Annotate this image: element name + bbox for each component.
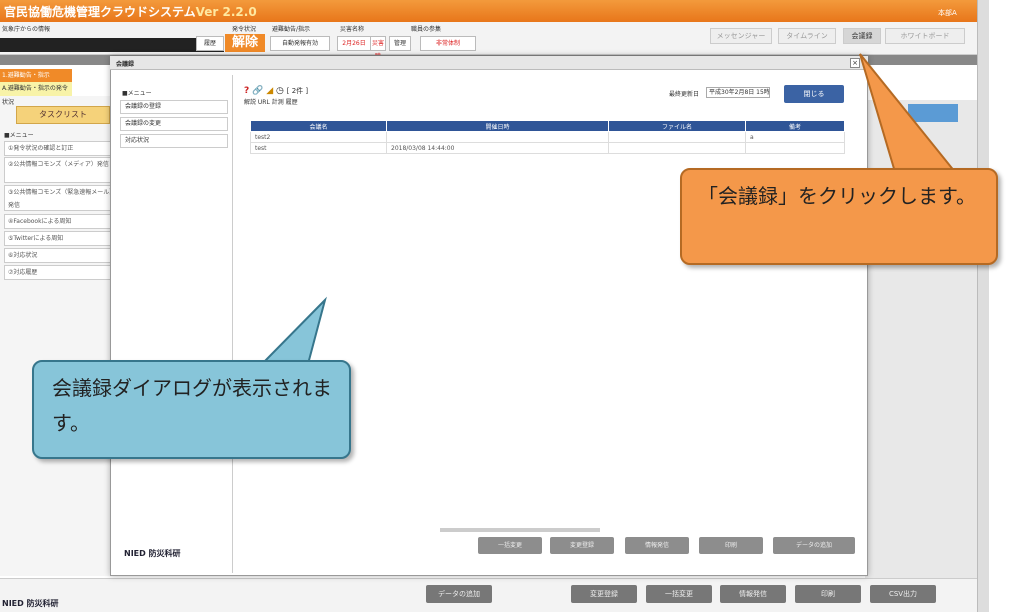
close-icon[interactable]: × — [850, 58, 860, 68]
link-icon[interactable]: 🔗 — [252, 86, 263, 96]
tab-evacuation[interactable]: 1.避難勧告・指示 — [0, 69, 72, 82]
cell-name: test — [250, 142, 387, 154]
bg-register-button[interactable]: 変更登録 — [571, 585, 637, 603]
date-button[interactable]: 2月26日 — [337, 36, 371, 51]
history-button[interactable]: 履歴 — [196, 36, 224, 51]
sidebar-item-5[interactable]: ⑤Twitterによる周知 — [4, 231, 118, 246]
cell-name: test2 — [250, 131, 387, 143]
sidebar-item-2[interactable]: ②公共情報コモンズ（メディア）発信 — [4, 157, 118, 183]
dialog-menu-header: ■メニュー — [122, 90, 152, 97]
section-title: A.避難勧告・指示の発令状況 — [0, 82, 72, 106]
col-meeting-name[interactable]: 会議名 — [250, 120, 387, 132]
send-info-button[interactable]: 情報発信 — [625, 537, 689, 554]
app-title: 官民協働危機管理クラウドシステムVer 2.2.0 — [4, 5, 257, 19]
dialog-scrollbar[interactable] — [440, 528, 600, 532]
page-scrollbar[interactable] — [977, 0, 989, 612]
label-saigai: 災害名称 — [340, 26, 365, 33]
nied-logo: NIED 防災科研 — [2, 599, 59, 608]
callout-orange-text: 「会議録」をクリックします。 — [698, 184, 976, 208]
bg-send-button[interactable]: 情報発信 — [720, 585, 786, 603]
minutes-table: 会議名 開催日時 ファイル名 備考 test2 a test 2018/03/0… — [250, 120, 845, 154]
auto-toggle-button[interactable]: 自動発報有効 — [270, 36, 330, 51]
help-icon[interactable]: ? — [244, 86, 249, 96]
app-version: Ver 2.2.0 — [195, 5, 257, 19]
sidebar-item-7[interactable]: ⑦対応履歴 — [4, 265, 118, 280]
menu-register-minutes[interactable]: 会議録の登録 — [120, 100, 228, 114]
source-label: 気象庁からの情報 — [2, 26, 51, 33]
register-change-button[interactable]: 変更登録 — [550, 537, 614, 554]
print-button[interactable]: 印刷 — [699, 537, 763, 554]
col-datetime[interactable]: 開催日時 — [386, 120, 609, 132]
nav-whiteboard[interactable]: ホワイトボード — [885, 28, 965, 44]
cell-datetime: 2018/03/08 14:44:00 — [386, 142, 609, 154]
nav-messenger[interactable]: メッセンジャー — [710, 28, 772, 44]
sidebar-item-6[interactable]: ⑥対応状況 — [4, 248, 118, 263]
toolbar-icons: ? 🔗 ◢ ◷ [ 2件 ] — [244, 86, 308, 96]
sidebar-item-3[interactable]: ③公共情報コモンズ（緊急速報メール）発信 — [4, 185, 118, 211]
date-suffix: 災害時 — [370, 36, 386, 60]
callout-blue-text: 会議録ダイアログが表示されます。 — [52, 376, 332, 435]
menu-edit-minutes[interactable]: 会議録の変更 — [120, 117, 228, 131]
label-hinan: 避難勧告/指示 — [272, 26, 311, 33]
dialog-nied-logo: NIED 防災科研 — [124, 549, 181, 558]
nav-timeline[interactable]: タイムライン — [778, 28, 836, 44]
status-badge[interactable]: 非常体制 — [420, 36, 476, 51]
nav-meeting-minutes[interactable]: 会議録 — [843, 28, 881, 44]
label-hatsurei: 発令状況 — [232, 26, 257, 33]
sidebar-item-4[interactable]: ④Facebookによる周知 — [4, 214, 118, 229]
cell-notes: a — [745, 131, 845, 143]
bg-print-button[interactable]: 印刷 — [795, 585, 861, 603]
menu-header: ■メニュー — [4, 132, 34, 139]
table-row[interactable]: test 2018/03/08 14:44:00 — [250, 142, 845, 154]
bulk-change-button[interactable]: 一括変更 — [478, 537, 542, 554]
cell-file — [608, 142, 746, 154]
task-list-button[interactable]: タスクリスト — [16, 106, 110, 124]
manage-button[interactable]: 管理 — [389, 36, 411, 51]
record-count: [ 2件 ] — [286, 87, 309, 95]
col-notes[interactable]: 備考 — [745, 120, 845, 132]
cell-datetime — [386, 131, 609, 143]
background-selection — [908, 104, 958, 122]
bg-bulk-change-button[interactable]: 一括変更 — [646, 585, 712, 603]
dialog-header — [110, 56, 868, 70]
cell-file — [608, 131, 746, 143]
add-data-button[interactable]: データの追加 — [773, 537, 855, 554]
history-icon[interactable]: ◷ — [276, 86, 284, 96]
table-row[interactable]: test2 a — [250, 131, 845, 143]
label-sanshu: 職員の参集 — [411, 26, 442, 33]
dialog-title: 会議録 — [116, 61, 135, 68]
sidebar-item-1[interactable]: ①発令状況の確認と訂正 — [4, 141, 118, 156]
measure-icon[interactable]: ◢ — [266, 86, 273, 96]
dialog-sidebar — [115, 75, 233, 573]
menu-response-status[interactable]: 対応状況 — [120, 134, 228, 148]
warning-ticker — [0, 38, 224, 52]
kaijo-status[interactable]: 解除 — [225, 34, 265, 52]
last-updated-label: 最終更新日 — [669, 91, 700, 98]
col-filename[interactable]: ファイル名 — [608, 120, 746, 132]
user-label[interactable]: 本部A — [938, 8, 957, 18]
bg-csv-button[interactable]: CSV出力 — [870, 585, 936, 603]
last-updated-value: 平成30年2月8日 15時40分 — [706, 87, 770, 98]
close-button[interactable]: 閉じる — [784, 85, 844, 103]
bg-add-data-button[interactable]: データの追加 — [426, 585, 492, 603]
icon-captions: 解説 URL 計測 履歴 — [244, 99, 298, 106]
cell-notes — [745, 142, 845, 154]
